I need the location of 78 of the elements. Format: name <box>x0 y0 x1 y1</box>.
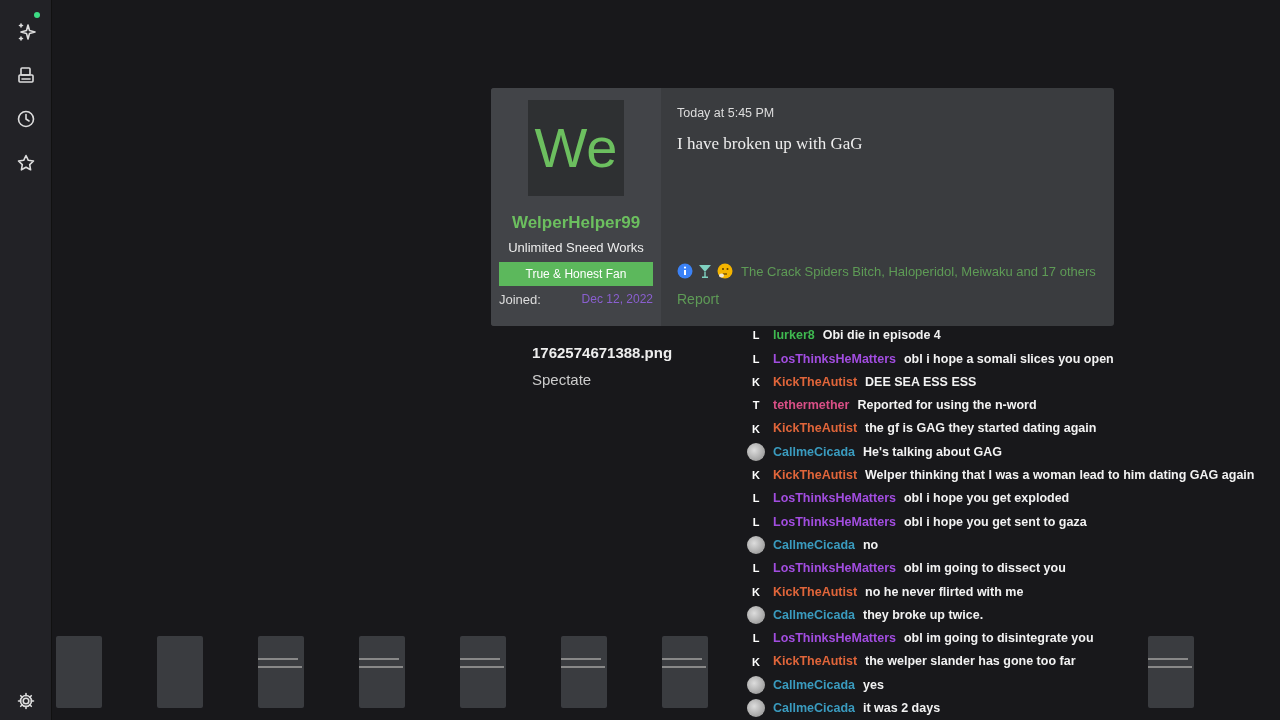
chat-message: obl i hope you get exploded <box>903 490 1070 508</box>
chat-username[interactable]: CallmeCicada <box>773 535 855 555</box>
chat-username[interactable]: tethermether <box>773 396 850 415</box>
reaction-list[interactable]: The Crack Spiders Bitch, Haloperidol, Meiwaku and 17 others <box>741 261 1096 281</box>
avatar-initials: We <box>528 100 624 196</box>
chat-message: no he never flirted with me <box>865 583 1024 601</box>
chat-message: they broke up twice. <box>863 606 984 624</box>
avatar <box>747 536 765 555</box>
user-initial: L <box>751 631 761 647</box>
user-initial: L <box>751 351 761 367</box>
user-initial: L <box>751 328 761 344</box>
chat-username[interactable]: CallmeCicada <box>773 605 855 625</box>
chat-message: Welper thinking that I was a woman lead to him dating GAG again <box>865 467 1255 485</box>
info-icon <box>677 263 693 280</box>
chat-message: DEE SEA ESS ESS <box>865 373 977 391</box>
thumbnail[interactable] <box>662 636 708 708</box>
user-banner: True & Honest Fan <box>499 261 653 286</box>
user-initial: K <box>751 584 761 600</box>
chat-username[interactable]: LosThinksHeMatters <box>773 559 896 578</box>
chat-message: Obi die in episode 4 <box>822 327 941 345</box>
user-initial: L <box>751 514 761 530</box>
joined-date: Dec 12, 2022 <box>581 290 653 308</box>
chat-username[interactable]: KickTheAutist <box>773 582 858 602</box>
cocktail-icon <box>697 263 713 280</box>
user-initial: K <box>751 421 761 437</box>
joined-label: Joined: <box>499 290 541 309</box>
thumbnail[interactable] <box>1148 636 1194 708</box>
chat-username[interactable]: lurker8 <box>773 326 815 345</box>
chat-username[interactable]: KickTheAutist <box>773 419 858 439</box>
user-initial: T <box>751 398 761 414</box>
settings-icon[interactable] <box>15 690 36 711</box>
avatar <box>747 699 765 718</box>
chat-username[interactable]: LosThinksHeMatters <box>773 489 896 509</box>
post-time: Today at 5:45 PM <box>677 105 776 122</box>
chat-message: obl im going to disintegrate you <box>903 630 1094 648</box>
chat-username[interactable]: KickTheAutist <box>773 652 858 672</box>
thumbnail[interactable] <box>359 636 405 708</box>
file-name: 1762574671388.png <box>532 343 673 363</box>
chat-username[interactable]: CallmeCicada <box>773 699 855 718</box>
chat-message: obl i hope you get sent to gaza <box>903 513 1087 531</box>
printer-icon[interactable] <box>15 64 36 85</box>
chat-message: the gf is GAG they started dating again <box>865 420 1097 438</box>
clock-icon[interactable] <box>15 108 36 129</box>
chat-message: the welper slander has gone too far <box>865 653 1076 671</box>
chat-message: yes <box>863 676 884 694</box>
post-message: I have broken up with GaG <box>677 132 864 155</box>
user-initial: K <box>751 654 761 670</box>
user-title: Unlimited Sneed Works <box>508 239 644 258</box>
chat-username[interactable]: KickTheAutist <box>773 466 858 485</box>
chat-message: obl i hope a somali slices you open <box>903 350 1114 368</box>
chat-username[interactable]: CallmeCicada <box>773 675 855 695</box>
chat-message: obl im going to dissect you <box>903 560 1066 578</box>
chat-username[interactable]: CallmeCicada <box>773 442 855 462</box>
user-initial: K <box>751 468 761 484</box>
chat-username[interactable]: LosThinksHeMatters <box>773 349 896 369</box>
thumbnail[interactable] <box>561 636 607 708</box>
user-initial: L <box>751 491 761 507</box>
chat-message: Reported for using the n-word <box>857 397 1037 415</box>
username[interactable]: WelperHelper99 <box>501 212 651 235</box>
avatar <box>747 606 765 625</box>
chat-message: it was 2 days <box>863 700 941 717</box>
chat-username[interactable]: LosThinksHeMatters <box>773 512 896 532</box>
thumbnail[interactable] <box>56 636 102 708</box>
thumbnail[interactable] <box>460 636 506 708</box>
thumbnail[interactable] <box>157 636 203 708</box>
image-caption: Spectate <box>532 369 592 390</box>
avatar <box>747 676 765 695</box>
chat-message: no <box>863 536 879 554</box>
star-icon[interactable] <box>15 152 36 173</box>
report-link[interactable]: Report <box>677 289 1098 310</box>
thinking-emoji-icon <box>717 263 733 280</box>
chat-username[interactable]: LosThinksHeMatters <box>773 629 896 648</box>
avatar <box>747 443 765 462</box>
chat-username[interactable]: KickTheAutist <box>773 372 858 392</box>
user-initial: K <box>751 375 761 390</box>
chat-message: He's talking about GAG <box>863 443 1003 461</box>
thumbnail[interactable] <box>258 636 304 708</box>
user-initial: L <box>751 561 761 577</box>
